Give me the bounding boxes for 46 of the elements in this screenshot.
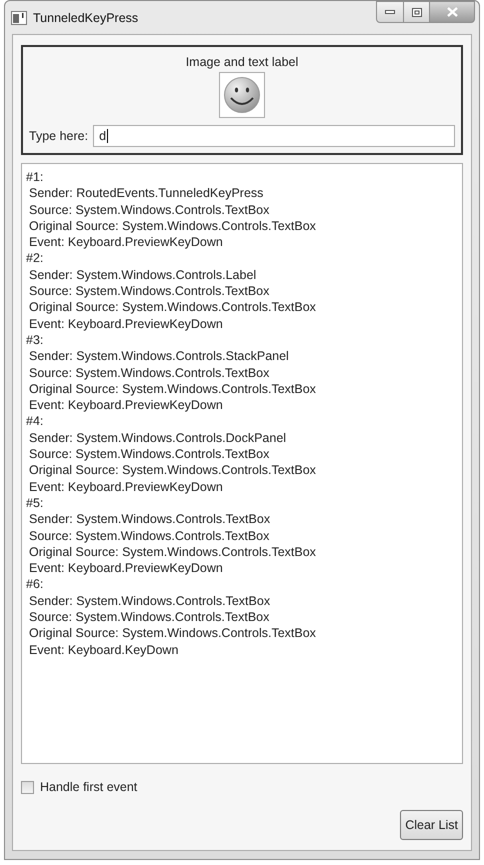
event-detail: Sender: System.Windows.Controls.TextBox: [28, 592, 272, 610]
event-detail: Original Source: System.Windows.Controls.TextBox: [28, 544, 317, 560]
event-detail: Original Source: System.Windows.Controls.TextBox: [28, 625, 317, 642]
close-button[interactable]: [430, 1, 475, 23]
event-detail: Event: Keyboard.KeyDown: [28, 642, 180, 658]
clear-list-button[interactable]: Clear List: [400, 810, 463, 840]
event-detail: Sender: System.Windows.Controls.DockPanel: [28, 430, 288, 446]
checkbox[interactable]: [21, 780, 34, 794]
event-detail: Original Source: System.Windows.Controls.TextBox: [28, 299, 317, 316]
maximize-icon: [412, 8, 422, 16]
event-detail: Sender: System.Windows.Controls.Label: [28, 266, 258, 284]
event-number: #6:: [26, 576, 44, 593]
event-detail: Event: Keyboard.PreviewKeyDown: [28, 397, 224, 414]
minimize-button[interactable]: [376, 1, 404, 23]
event-detail: Original Source: System.Windows.Controls.TextBox: [28, 462, 317, 479]
event-detail: Source: System.Windows.Controls.TextBox: [28, 202, 270, 218]
event-number: #5:: [26, 494, 44, 512]
input-label: Type here:: [29, 129, 88, 143]
text-cursor: [107, 129, 108, 143]
event-detail: Original Source: System.Windows.Controls.TextBox: [28, 218, 317, 234]
text-input-field[interactable]: d: [93, 125, 455, 147]
event-detail: Source: System.Windows.Controls.TextBox: [28, 446, 270, 462]
event-detail: Sender: System.Windows.Controls.StackPanel: [28, 348, 290, 365]
image-label-caption: Image and text label: [186, 55, 298, 69]
app-icon: [11, 10, 27, 24]
event-detail: Event: Keyboard.PreviewKeyDown: [28, 478, 224, 495]
event-list[interactable]: [21, 163, 463, 764]
event-number: #4:: [26, 413, 44, 430]
close-icon: [446, 7, 458, 17]
event-detail: Source: System.Windows.Controls.TextBox: [28, 609, 270, 626]
event-detail: Sender: System.Windows.Controls.TextBox: [28, 511, 272, 528]
event-detail: Source: System.Windows.Controls.TextBox: [28, 283, 270, 300]
event-detail: Event: Keyboard.PreviewKeyDown: [28, 560, 224, 576]
event-detail: Event: Keyboard.PreviewKeyDown: [28, 316, 224, 332]
event-detail: Sender: RoutedEvents.TunneledKeyPress: [28, 185, 264, 202]
minimize-icon: [385, 10, 395, 14]
event-detail: Source: System.Windows.Controls.TextBox: [28, 528, 270, 544]
event-detail: Original Source: System.Windows.Controls.TextBox: [28, 380, 317, 398]
event-number: #2:: [26, 250, 44, 267]
event-number: #3:: [26, 332, 44, 348]
maximize-button[interactable]: [404, 1, 430, 23]
event-detail: Source: System.Windows.Controls.TextBox: [28, 364, 270, 381]
window-title: TunneledKeyPress: [33, 10, 138, 24]
checkbox-label: Handle first event: [40, 780, 138, 794]
event-number: #1:: [26, 169, 44, 186]
event-detail: Event: Keyboard.PreviewKeyDown: [28, 234, 224, 250]
